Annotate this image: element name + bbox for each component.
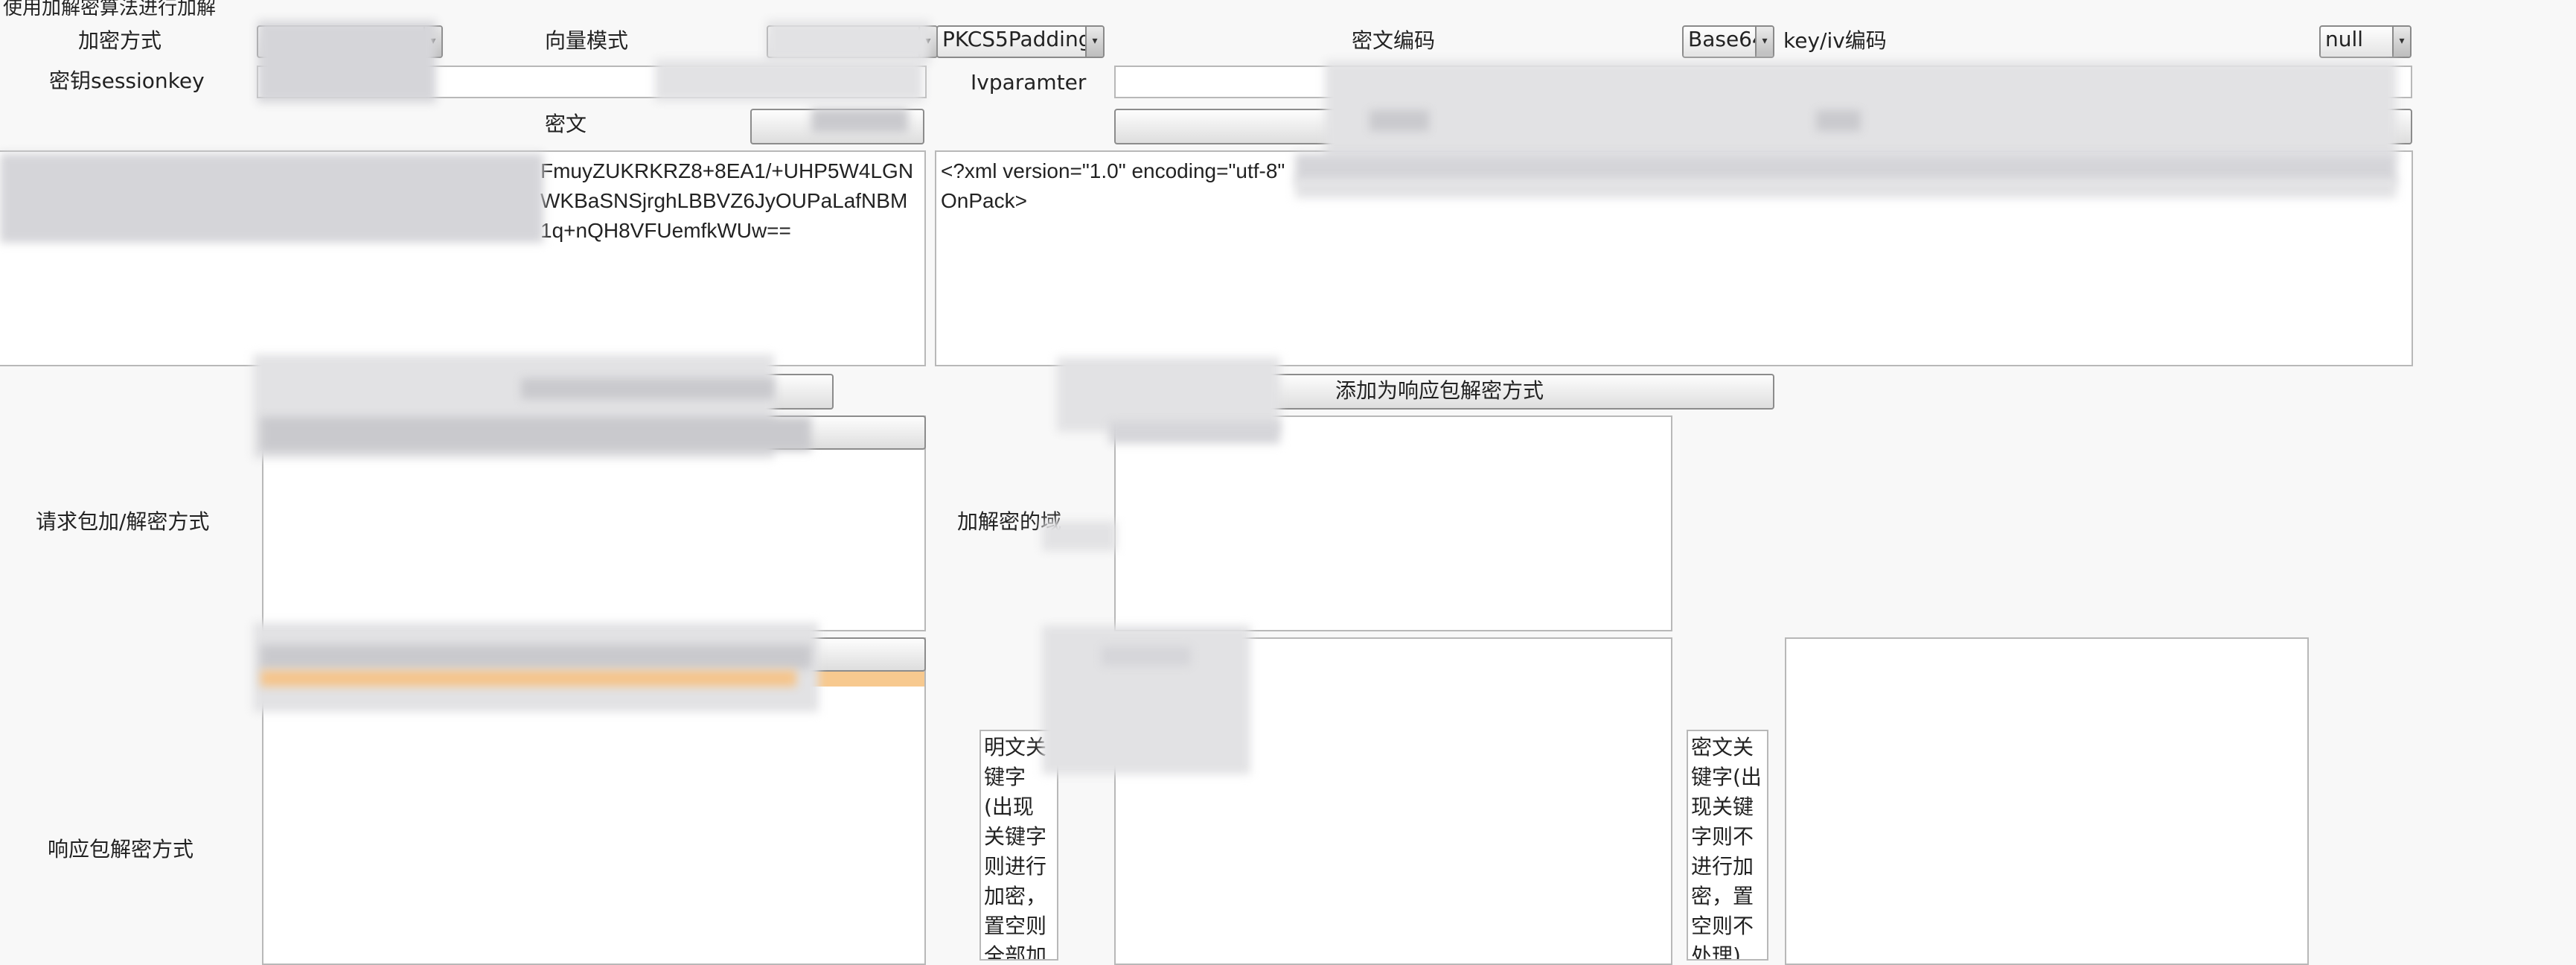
redaction-overlay [261, 670, 796, 687]
redaction-overlay [1816, 110, 1861, 131]
ciphertext-label: 密文 [545, 112, 587, 136]
encrypt-field-list[interactable] [1114, 415, 1672, 631]
chevron-down-icon: ▾ [1755, 27, 1773, 57]
cipher-keyword-label: 密文关键字(出现关键字则不进行加密，置空则不处理) [1687, 730, 1768, 961]
cipher-encoding-label: 密文编码 [1352, 28, 1436, 53]
redaction-overlay [1042, 521, 1116, 551]
redaction-overlay [521, 378, 774, 399]
redaction-overlay [261, 417, 811, 451]
keyiv-encoding-value: null [2325, 27, 2364, 51]
redaction-overlay [261, 645, 811, 669]
keyiv-encoding-label: key/iv编码 [1783, 28, 1887, 53]
request-method-label: 请求包加/解密方式 [36, 509, 210, 534]
cipher-keyword-list[interactable] [1785, 637, 2309, 965]
cipher-method-label: 加密方式 [78, 28, 162, 53]
iv-param-label: Ivparamter [971, 70, 1087, 95]
redaction-overlay [1057, 357, 1280, 432]
padding-value: PKCS5Padding [942, 27, 1092, 51]
redaction-overlay [0, 153, 543, 243]
redaction-overlay [1325, 61, 2397, 158]
padding-select[interactable]: PKCS5Padding ▾ [936, 25, 1105, 58]
page-title: 使用加解密算法进行加解 [3, 0, 217, 19]
session-key-label: 密钥sessionkey [49, 69, 205, 93]
redaction-overlay [258, 21, 436, 103]
redaction-overlay [811, 109, 908, 133]
redaction-overlay [655, 60, 923, 101]
redaction-overlay [1295, 179, 2397, 198]
cipher-encoding-select[interactable]: Base64 ▾ [1682, 25, 1774, 58]
response-method-label: 响应包解密方式 [48, 837, 194, 862]
redaction-overlay [1102, 646, 1191, 666]
vector-mode-label: 向量模式 [545, 28, 629, 53]
redaction-overlay [1109, 421, 1280, 444]
chevron-down-icon: ▾ [2392, 27, 2410, 57]
redaction-overlay [767, 21, 930, 63]
cipher-encoding-value: Base64 [1688, 27, 1765, 51]
redaction-overlay [1370, 110, 1429, 131]
keyiv-encoding-select[interactable]: null ▾ [2319, 25, 2412, 58]
chevron-down-icon: ▾ [1085, 27, 1103, 57]
